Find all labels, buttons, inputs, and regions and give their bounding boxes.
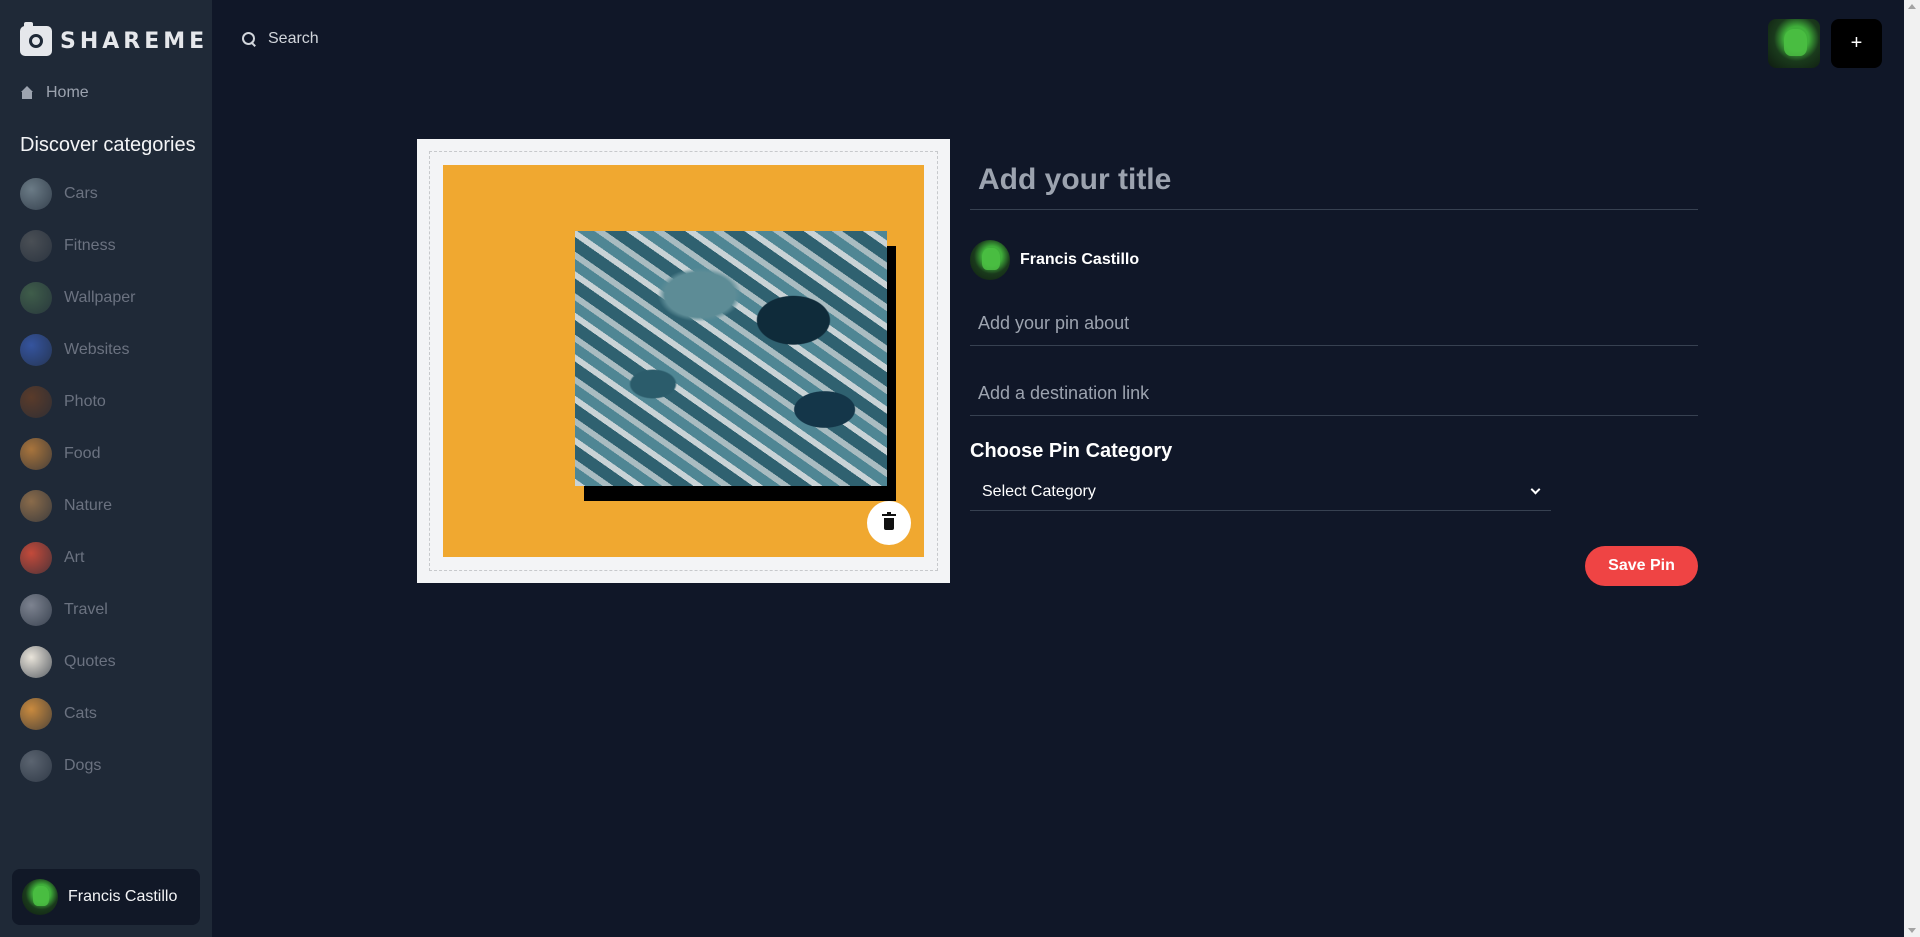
category-label: Fitness [64,237,116,254]
category-select-value: Select Category [982,482,1096,500]
avatar [22,879,58,915]
search-input[interactable] [268,30,568,48]
category-thumbnail [20,490,52,522]
pin-form: Francis Castillo Choose Pin Category Sel… [970,150,1698,511]
sidebar-item-wallpaper[interactable]: Wallpaper [20,282,135,314]
category-thumbnail [20,698,52,730]
category-label: Photo [64,393,106,410]
scroll-down-icon[interactable] [1908,928,1916,933]
author-name: Francis Castillo [1020,251,1140,268]
avatar [970,240,1010,280]
category-thumbnail [20,334,52,366]
scroll-up-icon[interactable] [1908,4,1916,9]
home-icon [20,86,34,100]
preview-ocean-image [575,231,887,486]
sidebar-user-name: Francis Castillo [68,888,178,905]
discover-categories-heading: Discover categories [20,134,196,156]
category-thumbnail [20,646,52,678]
category-label: Quotes [64,653,116,670]
save-pin-button[interactable]: Save Pin [1585,546,1698,586]
user-avatar-button[interactable] [1768,19,1820,68]
destination-link-input[interactable] [970,372,1698,416]
sidebar-item-websites[interactable]: Websites [20,334,135,366]
category-label: Cats [64,705,97,722]
sidebar-item-food[interactable]: Food [20,438,135,470]
category-label: Nature [64,497,113,514]
category-label: Wallpaper [64,289,136,306]
category-thumbnail [20,750,52,782]
category-thumbnail [20,386,52,418]
sidebar-item-cars[interactable]: Cars [20,178,135,210]
sidebar-item-quotes[interactable]: Quotes [20,646,135,678]
sidebar-item-label: Home [46,84,89,101]
category-list: Cars Fitness Wallpaper Websites Photo Fo… [20,178,135,802]
category-label: Dogs [64,757,102,774]
sidebar-item-cats[interactable]: Cats [20,698,135,730]
search-bar[interactable] [242,30,568,48]
sidebar-item-fitness[interactable]: Fitness [20,230,135,262]
category-heading: Choose Pin Category [970,440,1173,462]
sidebar-item-nature[interactable]: Nature [20,490,135,522]
category-label: Travel [64,601,108,618]
image-upload-card [417,139,950,583]
category-select[interactable]: Select Category [970,473,1551,511]
category-thumbnail [20,230,52,262]
search-icon [242,32,256,46]
category-thumbnail [20,178,52,210]
category-label: Art [64,549,85,566]
pin-about-input[interactable] [970,302,1698,346]
sidebar-item-travel[interactable]: Travel [20,594,135,626]
page-scrollbar[interactable] [1904,0,1920,937]
app-logo[interactable]: SHAREME [20,22,209,56]
pin-author: Francis Castillo [970,240,1698,280]
create-pin-button[interactable]: + [1831,19,1882,68]
chevron-down-icon [1530,484,1541,495]
category-thumbnail [20,542,52,574]
delete-image-button[interactable] [867,501,911,545]
category-thumbnail [20,438,52,470]
sidebar: SHAREME Home Discover categories Cars Fi… [0,0,212,937]
sidebar-item-home[interactable]: Home [20,84,89,102]
category-thumbnail [20,594,52,626]
category-label: Food [64,445,101,462]
category-label: Websites [64,341,130,358]
sidebar-item-art[interactable]: Art [20,542,135,574]
app-brand: SHAREME [60,28,209,54]
category-thumbnail [20,282,52,314]
sidebar-user-profile[interactable]: Francis Castillo [12,869,200,925]
camera-icon [20,22,52,56]
pin-title-input[interactable] [970,150,1698,210]
trash-icon [882,512,896,530]
sidebar-item-photo[interactable]: Photo [20,386,135,418]
sidebar-item-dogs[interactable]: Dogs [20,750,135,782]
uploaded-image-preview [443,165,924,557]
category-label: Cars [64,185,98,202]
